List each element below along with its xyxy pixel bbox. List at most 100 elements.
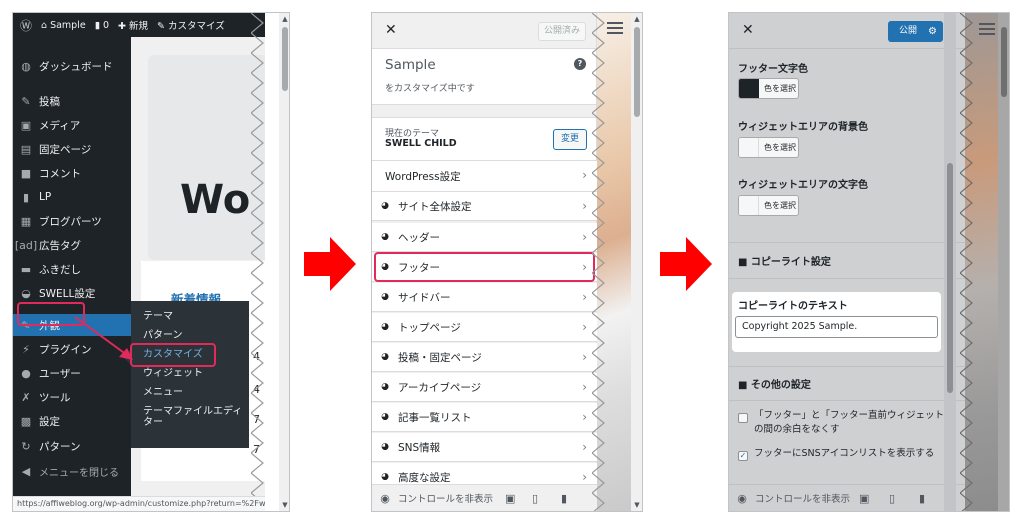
submenu-item[interactable]: テーマ [131, 307, 249, 326]
menu-item-pattern[interactable]: ↻ パターン [13, 435, 131, 457]
tablet-preview-icon[interactable]: ▯ [532, 492, 538, 505]
menu-item-label: ふきだし [39, 263, 81, 276]
theme-name: SWELL CHILD [385, 138, 457, 149]
desktop-preview-icon[interactable]: ▣ [505, 492, 515, 505]
widget-text-color-picker[interactable]: 色を選択 [738, 195, 799, 216]
page-scrollbar[interactable]: ▲ ▼ [279, 13, 289, 511]
menu-item-label: 投稿 [39, 95, 60, 108]
scroll-thumb[interactable] [282, 27, 288, 91]
color-swatch [739, 196, 759, 215]
page-icon: ▤ [20, 142, 32, 156]
help-icon[interactable]: ? [574, 58, 586, 70]
preview-scrollbar[interactable] [998, 13, 1009, 511]
sidebar-scrollbar[interactable] [944, 13, 956, 511]
scroll-down-icon[interactable]: ▼ [279, 501, 289, 509]
menu-item-comment[interactable]: ■ コメント [13, 162, 131, 184]
section-label: WordPress設定 [385, 170, 461, 183]
customizer-section[interactable]: ◕ サイト全体設定 › [372, 192, 597, 221]
customizer-header: ✕ 公開済み [372, 13, 596, 49]
customizer-section[interactable]: ◕ サイドバー › [372, 283, 597, 312]
collapse-menu-button[interactable]: ◀ メニューを閉じる [13, 460, 131, 482]
scroll-up-icon[interactable]: ▲ [279, 15, 289, 23]
step-arrow-1 [304, 237, 356, 291]
scroll-up-icon[interactable]: ▲ [631, 15, 642, 23]
wordpress-logo-icon[interactable]: Ⓦ [20, 17, 32, 34]
menu-item-pin[interactable]: ✎ 投稿 [13, 90, 131, 112]
hide-controls-icon[interactable]: ◉ [729, 492, 755, 505]
scroll-thumb[interactable] [1001, 27, 1007, 97]
publish-button[interactable]: 公開 ⚙ [888, 21, 943, 42]
menu-item-lp[interactable]: ▮ LP [13, 186, 131, 208]
hamburger-menu-icon[interactable] [979, 23, 995, 35]
scroll-thumb[interactable] [634, 27, 640, 117]
section-label: 高度な設定 [398, 471, 451, 484]
desktop-preview-icon[interactable]: ▣ [859, 492, 869, 505]
hide-controls-label[interactable]: コントロールを非表示 [755, 491, 850, 505]
hide-controls-label[interactable]: コントロールを非表示 [398, 491, 493, 505]
section-label: トップページ [398, 321, 461, 334]
footer-settings-panel: ✕ 公開 ⚙ フッター文字色 色を選択 ウィジェットエリアの背景色 色を選択 ウィ… [728, 12, 1010, 512]
submenu-item[interactable]: テーマファイルエディター [131, 402, 249, 432]
comments-link[interactable]: ▮ 0 [95, 20, 109, 31]
swell-icon: ◒ [21, 286, 31, 300]
mobile-preview-icon[interactable]: ▮ [919, 492, 925, 505]
user-icon: ● [21, 366, 31, 380]
close-icon[interactable]: ✕ [742, 22, 754, 38]
gear-icon[interactable]: ⚙ [928, 21, 937, 42]
mobile-preview-icon[interactable]: ▮ [561, 492, 567, 505]
footer-text-color-picker[interactable]: 色を選択 [738, 78, 799, 99]
menu-item-media[interactable]: ▣ メディア [13, 114, 131, 136]
customize-link[interactable]: ✎ カスタマイズ [157, 18, 225, 32]
tablet-preview-icon[interactable]: ▯ [889, 492, 895, 505]
chevron-right-icon: › [582, 168, 587, 182]
close-icon[interactable]: ✕ [385, 22, 397, 38]
customizer-section[interactable]: WordPress設定 › [372, 161, 597, 192]
scroll-down-icon[interactable]: ▼ [631, 501, 642, 509]
menu-item-label: 広告タグ [39, 239, 81, 252]
submenu-item[interactable]: メニュー [131, 383, 249, 402]
home-icon: ⌂ [41, 19, 48, 31]
site-home-link[interactable]: ⌂ Sample [41, 20, 86, 31]
customizer-footer: ◉ コントロールを非表示 ▣ ▯ ▮ [729, 484, 965, 511]
widget-bg-color-picker[interactable]: 色を選択 [738, 137, 799, 158]
admin-menu: ◍ ダッシュボード ✎ 投稿 ▣ メディア ▤ 固定ページ ■ コメント ▮ LP ▦ ブログパーツ [ad… [13, 37, 131, 511]
menu-item-settings[interactable]: ▩ 設定 [13, 410, 131, 432]
ad-icon: [ad] [14, 238, 38, 252]
divider [729, 366, 965, 367]
pin-icon: ✎ [21, 94, 31, 108]
customizer-section[interactable]: ◕ ヘッダー › [372, 223, 597, 252]
customizer-section[interactable]: ◕ アーカイブページ › [372, 373, 597, 402]
menu-item-label: 設定 [39, 415, 60, 428]
menu-item-balloon[interactable]: ▬ ふきだし [13, 258, 131, 280]
widget-text-color-label: ウィジェットエリアの文字色 [738, 180, 868, 191]
menu-item-label: パターン [39, 440, 81, 453]
new-link[interactable]: ✚ 新規 [118, 18, 148, 32]
color-swatch [739, 138, 759, 157]
customizer-section[interactable]: ◕ SNS情報 › [372, 433, 597, 462]
customizer-section[interactable]: ◕ 投稿・固定ページ › [372, 343, 597, 372]
media-icon: ▣ [20, 118, 32, 132]
preview-scrollbar[interactable]: ▲ ▼ [631, 13, 642, 511]
change-theme-button[interactable]: 変更 [553, 129, 587, 150]
menu-item-swell[interactable]: ◒ SWELL設定 [13, 282, 131, 304]
menu-item-dashboard[interactable]: ◍ ダッシュボード [13, 55, 131, 77]
published-button[interactable]: 公開済み [538, 22, 586, 41]
menu-item-blog-parts[interactable]: ▦ ブログパーツ [13, 210, 131, 232]
menu-item-page[interactable]: ▤ 固定ページ [13, 138, 131, 160]
comment-bubble-icon: ▮ [94, 19, 100, 31]
customizer-section[interactable]: ◕ 記事一覧リスト › [372, 403, 597, 432]
sns-icons-checkbox[interactable]: ✓ [738, 451, 748, 461]
menu-item-ad[interactable]: [ad] 広告タグ [13, 234, 131, 256]
menu-item-label: ツール [39, 391, 71, 404]
hide-controls-icon[interactable]: ◉ [372, 492, 398, 505]
copyright-text-input[interactable]: Copyright 2025 Sample. [735, 316, 938, 338]
torn-edge [251, 13, 264, 511]
customizer-section[interactable]: ◕ トップページ › [372, 313, 597, 342]
menu-item-tool[interactable]: ✗ ツール [13, 386, 131, 408]
hamburger-menu-icon[interactable] [607, 22, 623, 34]
remove-gap-checkbox[interactable] [738, 413, 748, 423]
menu-item-user[interactable]: ● ユーザー [13, 362, 131, 384]
scroll-thumb[interactable] [947, 163, 953, 393]
current-theme: 現在のテーマ SWELL CHILD 変更 [372, 117, 596, 161]
section-label: ヘッダー [398, 231, 440, 244]
